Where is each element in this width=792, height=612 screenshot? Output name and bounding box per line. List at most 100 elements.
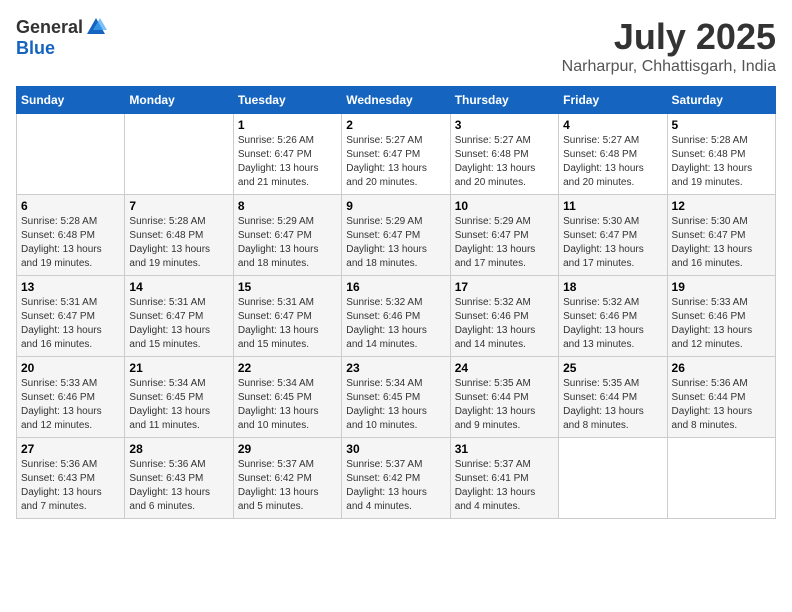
calendar-week-row: 27 Sunrise: 5:36 AM Sunset: 6:43 PM Dayli… [17,438,776,519]
day-info: Sunrise: 5:31 AM Sunset: 6:47 PM Dayligh… [21,296,120,352]
calendar-cell: 31 Sunrise: 5:37 AM Sunset: 6:41 PM Dayli… [450,438,558,519]
weekday-header-saturday: Saturday [667,87,775,114]
day-info: Sunrise: 5:36 AM Sunset: 6:43 PM Dayligh… [129,458,228,514]
calendar-cell [667,438,775,519]
day-info: Sunrise: 5:34 AM Sunset: 6:45 PM Dayligh… [346,377,445,433]
day-info: Sunrise: 5:27 AM Sunset: 6:48 PM Dayligh… [563,134,662,190]
day-number: 11 [563,199,662,213]
day-number: 29 [238,442,337,456]
day-number: 9 [346,199,445,213]
day-number: 13 [21,280,120,294]
day-number: 24 [455,361,554,375]
day-info: Sunrise: 5:35 AM Sunset: 6:44 PM Dayligh… [455,377,554,433]
day-number: 16 [346,280,445,294]
calendar-cell: 10 Sunrise: 5:29 AM Sunset: 6:47 PM Dayli… [450,195,558,276]
calendar-table: SundayMondayTuesdayWednesdayThursdayFrid… [16,86,776,519]
calendar-cell: 18 Sunrise: 5:32 AM Sunset: 6:46 PM Dayli… [559,276,667,357]
month-title: July 2025 [562,16,776,58]
day-number: 12 [672,199,771,213]
day-info: Sunrise: 5:35 AM Sunset: 6:44 PM Dayligh… [563,377,662,433]
calendar-cell: 9 Sunrise: 5:29 AM Sunset: 6:47 PM Daylig… [342,195,450,276]
logo: General Blue [16,16,107,59]
calendar-cell: 22 Sunrise: 5:34 AM Sunset: 6:45 PM Dayli… [233,357,341,438]
day-info: Sunrise: 5:27 AM Sunset: 6:48 PM Dayligh… [455,134,554,190]
day-info: Sunrise: 5:31 AM Sunset: 6:47 PM Dayligh… [238,296,337,352]
calendar-cell [125,114,233,195]
day-number: 15 [238,280,337,294]
calendar-cell: 4 Sunrise: 5:27 AM Sunset: 6:48 PM Daylig… [559,114,667,195]
calendar-cell: 20Sunrise: 5:33 AM Sunset: 6:46 PM Dayli… [17,357,125,438]
day-number: 4 [563,118,662,132]
calendar-cell [559,438,667,519]
location-title: Narharpur, Chhattisgarh, India [562,58,776,76]
day-info: Sunrise: 5:30 AM Sunset: 6:47 PM Dayligh… [672,215,771,271]
day-info: Sunrise: 5:28 AM Sunset: 6:48 PM Dayligh… [129,215,228,271]
calendar-cell: 7 Sunrise: 5:28 AM Sunset: 6:48 PM Daylig… [125,195,233,276]
day-info: Sunrise: 5:27 AM Sunset: 6:47 PM Dayligh… [346,134,445,190]
calendar-cell: 27 Sunrise: 5:36 AM Sunset: 6:43 PM Dayli… [17,438,125,519]
day-info: Sunrise: 5:37 AM Sunset: 6:41 PM Dayligh… [455,458,554,514]
calendar-cell: 13 Sunrise: 5:31 AM Sunset: 6:47 PM Dayli… [17,276,125,357]
weekday-header-tuesday: Tuesday [233,87,341,114]
day-number: 5 [672,118,771,132]
day-info: Sunrise: 5:34 AM Sunset: 6:45 PM Dayligh… [129,377,228,433]
day-number: 8 [238,199,337,213]
day-info: Sunrise: 5:36 AM Sunset: 6:43 PM Dayligh… [21,458,120,514]
calendar-cell: 6 Sunrise: 5:28 AM Sunset: 6:48 PM Daylig… [17,195,125,276]
calendar-cell: 25Sunrise: 5:35 AM Sunset: 6:44 PM Dayli… [559,357,667,438]
day-info: Sunrise: 5:29 AM Sunset: 6:47 PM Dayligh… [238,215,337,271]
logo-icon [85,16,107,38]
day-info: Sunrise: 5:34 AM Sunset: 6:45 PM Dayligh… [238,377,337,433]
calendar-cell [17,114,125,195]
day-info: Sunrise: 5:32 AM Sunset: 6:46 PM Dayligh… [346,296,445,352]
weekday-header-friday: Friday [559,87,667,114]
calendar-cell: 16 Sunrise: 5:32 AM Sunset: 6:46 PM Dayli… [342,276,450,357]
logo-general-text: General [16,17,83,38]
day-number: 14 [129,280,228,294]
day-info: Sunrise: 5:36 AM Sunset: 6:44 PM Dayligh… [672,377,771,433]
calendar-cell: 12 Sunrise: 5:30 AM Sunset: 6:47 PM Dayli… [667,195,775,276]
calendar-cell: 15 Sunrise: 5:31 AM Sunset: 6:47 PM Dayli… [233,276,341,357]
day-number: 3 [455,118,554,132]
day-info: Sunrise: 5:33 AM Sunset: 6:46 PM Dayligh… [21,377,120,433]
day-info: Sunrise: 5:29 AM Sunset: 6:47 PM Dayligh… [346,215,445,271]
day-number: 1 [238,118,337,132]
calendar-cell: 21 Sunrise: 5:34 AM Sunset: 6:45 PM Dayli… [125,357,233,438]
calendar-cell: 19Sunrise: 5:33 AM Sunset: 6:46 PM Dayli… [667,276,775,357]
calendar-cell: 26Sunrise: 5:36 AM Sunset: 6:44 PM Dayli… [667,357,775,438]
header: General Blue July 2025 Narharpur, Chhatt… [16,16,776,76]
day-number: 27 [21,442,120,456]
day-number: 18 [563,280,662,294]
day-info: Sunrise: 5:29 AM Sunset: 6:47 PM Dayligh… [455,215,554,271]
day-info: Sunrise: 5:32 AM Sunset: 6:46 PM Dayligh… [455,296,554,352]
day-number: 31 [455,442,554,456]
day-info: Sunrise: 5:28 AM Sunset: 6:48 PM Dayligh… [21,215,120,271]
logo-blue-text: Blue [16,38,55,59]
day-info: Sunrise: 5:30 AM Sunset: 6:47 PM Dayligh… [563,215,662,271]
weekday-header-wednesday: Wednesday [342,87,450,114]
calendar-cell: 2Sunrise: 5:27 AM Sunset: 6:47 PM Daylig… [342,114,450,195]
calendar-cell: 5Sunrise: 5:28 AM Sunset: 6:48 PM Daylig… [667,114,775,195]
weekday-header-thursday: Thursday [450,87,558,114]
day-number: 7 [129,199,228,213]
calendar-cell: 29 Sunrise: 5:37 AM Sunset: 6:42 PM Dayli… [233,438,341,519]
calendar-week-row: 1Sunrise: 5:26 AM Sunset: 6:47 PM Daylig… [17,114,776,195]
weekday-header-monday: Monday [125,87,233,114]
day-info: Sunrise: 5:37 AM Sunset: 6:42 PM Dayligh… [238,458,337,514]
calendar-week-row: 13 Sunrise: 5:31 AM Sunset: 6:47 PM Dayli… [17,276,776,357]
day-number: 6 [21,199,120,213]
day-number: 21 [129,361,228,375]
day-info: Sunrise: 5:32 AM Sunset: 6:46 PM Dayligh… [563,296,662,352]
day-number: 23 [346,361,445,375]
calendar-cell: 8 Sunrise: 5:29 AM Sunset: 6:47 PM Daylig… [233,195,341,276]
calendar-week-row: 20Sunrise: 5:33 AM Sunset: 6:46 PM Dayli… [17,357,776,438]
day-number: 22 [238,361,337,375]
calendar-week-row: 6 Sunrise: 5:28 AM Sunset: 6:48 PM Daylig… [17,195,776,276]
day-number: 10 [455,199,554,213]
day-info: Sunrise: 5:33 AM Sunset: 6:46 PM Dayligh… [672,296,771,352]
day-number: 30 [346,442,445,456]
calendar-cell: 28 Sunrise: 5:36 AM Sunset: 6:43 PM Dayli… [125,438,233,519]
calendar-cell: 11 Sunrise: 5:30 AM Sunset: 6:47 PM Dayli… [559,195,667,276]
calendar-cell: 14Sunrise: 5:31 AM Sunset: 6:47 PM Dayli… [125,276,233,357]
day-number: 28 [129,442,228,456]
